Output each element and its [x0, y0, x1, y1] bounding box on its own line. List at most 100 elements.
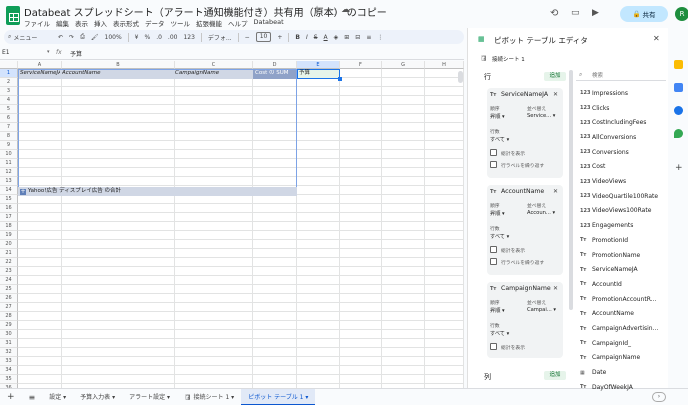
add-sheet-button[interactable]: +	[0, 389, 22, 405]
zoom-select[interactable]: 100%	[105, 34, 122, 41]
row-header[interactable]: 13	[0, 177, 18, 186]
row-header[interactable]: 12	[0, 168, 18, 177]
field-list-item[interactable]: Tт PromotionAccountR...	[580, 292, 660, 307]
row-header[interactable]: 9	[0, 141, 18, 150]
field-list-item[interactable]: 123 AllConversions	[580, 130, 660, 145]
remove-field-icon[interactable]: ✕	[553, 188, 558, 195]
cell-b1[interactable]: AccountName	[62, 69, 162, 78]
field-list-item[interactable]: 123 Engagements	[580, 218, 660, 233]
menu-item[interactable]: 拡張機能	[196, 18, 222, 28]
field-list-item[interactable]: 123 Clicks	[580, 101, 660, 116]
row-header[interactable]: 4	[0, 96, 18, 105]
row-header[interactable]: 26	[0, 294, 18, 303]
field-list-item[interactable]: Tт DayOfWeekJA	[580, 380, 660, 395]
more-icon[interactable]: ⋮	[377, 34, 383, 41]
menu-item[interactable]: Databeat	[254, 18, 284, 28]
row-header[interactable]: 1	[0, 69, 18, 78]
align-icon[interactable]: ≡	[366, 34, 371, 41]
expand-group-icon[interactable]: +	[20, 189, 26, 195]
maps-icon[interactable]	[674, 129, 683, 138]
field-list-item[interactable]: 123 Conversions	[580, 145, 660, 160]
vertical-scrollbar[interactable]	[458, 71, 463, 83]
sort-by-select[interactable]: Campai... ▾	[527, 307, 556, 316]
row-header[interactable]: 35	[0, 375, 18, 384]
font-size-increase-button[interactable]: +	[277, 34, 282, 41]
field-list-item[interactable]: Tт AccountName	[580, 307, 660, 322]
text-color-icon[interactable]: A	[324, 34, 328, 41]
row-header[interactable]: 3	[0, 87, 18, 96]
italic-icon[interactable]: I	[306, 34, 308, 41]
sheet-tab-settings[interactable]: 設定 ▾	[42, 389, 73, 405]
row-header[interactable]: 32	[0, 348, 18, 357]
tasks-icon[interactable]	[674, 83, 683, 92]
menu-item[interactable]: ツール	[171, 18, 191, 28]
cell-c1[interactable]: CampaignName	[175, 69, 250, 78]
row-header[interactable]: 22	[0, 258, 18, 267]
column-header-e[interactable]: E	[297, 61, 340, 69]
show-totals-checkbox[interactable]	[490, 149, 497, 156]
formula-input[interactable]: 予算	[70, 49, 82, 58]
row-count-select[interactable]: すべて ▾	[490, 233, 509, 242]
column-header-d[interactable]: D	[253, 61, 297, 69]
borders-icon[interactable]: ⊞	[344, 34, 349, 41]
row-count-select[interactable]: すべて ▾	[490, 330, 509, 339]
sheet-tab-budget-input[interactable]: 予算入力表 ▾	[73, 389, 122, 405]
strikethrough-icon[interactable]: S	[314, 34, 318, 41]
menu-item[interactable]: 挿入	[94, 18, 107, 28]
field-list-item[interactable]: 123 VideoQuartile100Rate	[580, 189, 660, 204]
paint-format-icon[interactable]: 🖌	[91, 34, 99, 41]
row-header[interactable]: 23	[0, 267, 18, 276]
column-header-b[interactable]: B	[62, 61, 175, 69]
sheet-tab-alert-settings[interactable]: アラート設定 ▾	[122, 389, 177, 405]
percent-format-button[interactable]: %	[144, 34, 150, 41]
add-row-button[interactable]: 追加	[544, 72, 566, 81]
row-header[interactable]: 8	[0, 132, 18, 141]
field-list-item[interactable]: ▦ Date	[580, 365, 660, 380]
merge-cells-icon[interactable]: ⊟	[355, 34, 360, 41]
row-header[interactable]: 20	[0, 240, 18, 249]
menu-item[interactable]: 編集	[56, 18, 69, 28]
repeat-labels-checkbox[interactable]	[490, 161, 497, 168]
row-header[interactable]: 14	[0, 186, 18, 195]
avatar[interactable]: R	[675, 7, 688, 21]
sort-by-select[interactable]: Accoun... ▾	[527, 210, 555, 219]
row-header[interactable]: 2	[0, 78, 18, 87]
field-list-item[interactable]: 123 CostIncludingFees	[580, 115, 660, 130]
rows-scrollbar[interactable]	[569, 70, 573, 310]
row-header[interactable]: 16	[0, 204, 18, 213]
close-icon[interactable]: ✕	[653, 34, 660, 43]
all-sheets-icon[interactable]: ≡	[22, 389, 43, 405]
name-box-dropdown-icon[interactable]: ▾	[47, 49, 50, 55]
contacts-icon[interactable]	[674, 106, 683, 115]
cell-d1[interactable]: Cost の SUM	[255, 69, 297, 78]
order-select[interactable]: 昇順 ▾	[490, 307, 505, 316]
column-header-c[interactable]: C	[175, 61, 253, 69]
currency-format-button[interactable]: ¥	[135, 34, 139, 41]
bold-icon[interactable]: B	[295, 34, 300, 41]
show-totals-checkbox[interactable]	[490, 246, 497, 253]
font-size-decrease-button[interactable]: −	[245, 34, 250, 41]
field-list-item[interactable]: Tт CampaignName	[580, 351, 660, 366]
row-header[interactable]: 34	[0, 366, 18, 375]
star-icon[interactable]: ☆	[313, 5, 321, 15]
comment-icon[interactable]: ▭	[571, 8, 580, 18]
name-box[interactable]: E1	[2, 49, 42, 56]
row-header[interactable]: 33	[0, 357, 18, 366]
remove-field-icon[interactable]: ✕	[553, 91, 558, 98]
row-header[interactable]: 29	[0, 321, 18, 330]
undo-icon[interactable]: ↶	[58, 34, 63, 41]
column-header-h[interactable]: H	[425, 61, 464, 69]
font-family-select[interactable]: デフォ...	[208, 33, 232, 42]
sheet-tab-pivot-table[interactable]: ピボット テーブル 1 ▾	[241, 388, 316, 405]
more-formats-button[interactable]: 123	[183, 34, 194, 41]
print-icon[interactable]: ⎙	[80, 33, 85, 41]
row-header[interactable]: 21	[0, 249, 18, 258]
select-all-corner[interactable]	[0, 61, 18, 69]
row-header[interactable]: 5	[0, 105, 18, 114]
menu-item[interactable]: データ	[145, 18, 165, 28]
row-header[interactable]: 25	[0, 285, 18, 294]
row-header[interactable]: 6	[0, 114, 18, 123]
row-header[interactable]: 10	[0, 150, 18, 159]
field-list-item[interactable]: Tт CampaignId_	[580, 336, 660, 351]
order-select[interactable]: 昇順 ▾	[490, 113, 505, 122]
